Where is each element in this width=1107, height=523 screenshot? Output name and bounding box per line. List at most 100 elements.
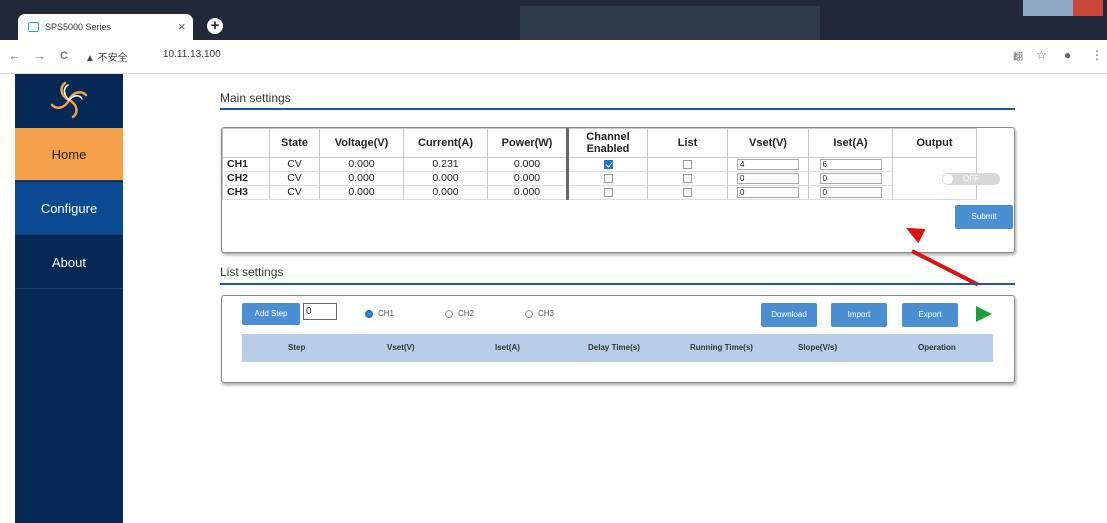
list-cell — [647, 171, 728, 186]
security-warning[interactable]: ▲ 不安全 — [85, 49, 128, 64]
table-row: CH2 CV 0.000 0.000 0.000 0 0 — [222, 171, 977, 186]
state-cell: CV — [269, 171, 320, 186]
table-row: CH1 CV 0.000 0.231 0.000 4 6 — [222, 157, 977, 200]
iset-cell: 6 — [808, 157, 893, 172]
address-bar: ← → C ▲ 不安全 10.11.13.100 翻 ☆ ● ⋮ — [0, 40, 1107, 74]
toggle-knob — [943, 174, 953, 184]
list-column-slope: Slope(V/s) — [798, 343, 838, 352]
channel-enabled-checkbox[interactable] — [603, 187, 613, 197]
download-button[interactable]: Download — [761, 303, 817, 327]
favicon-icon — [28, 22, 39, 32]
main-settings-rule — [220, 108, 1015, 110]
bookmark-star-icon[interactable]: ☆ — [1036, 48, 1047, 62]
browser-tab[interactable]: SPS5000 Series × — [18, 14, 193, 40]
window-close-button[interactable] — [1073, 0, 1103, 16]
current-cell: 0.000 — [403, 171, 488, 186]
list-column-iset: Iset(A) — [495, 343, 520, 352]
vset-input[interactable]: 0 — [737, 186, 799, 198]
list-column-delay-time: Delay Time(s) — [588, 343, 640, 352]
radio-ch1[interactable]: CH1 — [365, 309, 394, 318]
sidebar-item-home[interactable]: Home — [15, 128, 123, 181]
annotation-arrow-line — [911, 249, 979, 287]
export-button[interactable]: Export — [902, 303, 958, 327]
column-header-output: Output — [892, 128, 977, 158]
power-cell: 0.000 — [487, 157, 568, 172]
vset-input[interactable]: 4 — [737, 158, 799, 170]
list-checkbox[interactable] — [683, 159, 692, 169]
list-checkbox[interactable] — [683, 187, 692, 197]
tabbar-background — [520, 6, 820, 40]
list-settings-rule — [220, 283, 1015, 285]
channel-label: CH2 — [222, 171, 270, 186]
column-header-voltage: Voltage(V) — [319, 128, 404, 158]
menu-icon[interactable]: ⋮ — [1091, 48, 1103, 62]
iset-input[interactable]: 0 — [819, 172, 882, 184]
iset-cell: 0 — [808, 185, 893, 200]
channel-enabled-cell — [566, 185, 648, 200]
column-header-iset: Iset(A) — [808, 128, 893, 158]
list-column-operation: Operation — [918, 343, 956, 352]
vset-input[interactable]: 0 — [737, 172, 799, 184]
channel-enabled-cell — [566, 157, 648, 172]
sidebar: Home Configure About — [15, 74, 123, 523]
column-header-channel-enabled: Channel Enabled — [566, 128, 648, 158]
state-cell: CV — [269, 157, 320, 172]
column-header-vset: Vset(V) — [727, 128, 809, 158]
channel-table: State Voltage(V) Current(A) Power(W) Cha… — [222, 128, 977, 200]
channel-label: CH1 — [222, 157, 270, 172]
vset-cell: 4 — [727, 157, 809, 172]
forward-icon[interactable]: → — [33, 48, 46, 63]
column-header-channel — [222, 128, 270, 158]
state-cell: CV — [269, 185, 320, 200]
step-count-input[interactable]: 0 — [303, 303, 337, 320]
iset-cell: 0 — [808, 171, 893, 186]
list-column-step: Step — [288, 343, 306, 352]
radio-ch2-dot[interactable] — [445, 309, 453, 318]
import-button[interactable]: Import — [831, 303, 887, 327]
add-step-button[interactable]: Add Step — [242, 303, 300, 325]
page: SPS5000 Series × + ← → C ▲ 不安全 10.11.13.… — [0, 0, 1107, 523]
translate-icon[interactable]: 翻 — [1013, 48, 1023, 63]
new-tab-button[interactable]: + — [207, 18, 223, 34]
current-cell: 0.231 — [403, 157, 488, 172]
channel-enabled-checkbox[interactable] — [603, 159, 613, 169]
back-icon[interactable]: ← — [8, 48, 21, 63]
radio-ch3[interactable]: CH3 — [525, 309, 554, 318]
browser-tab-bar: SPS5000 Series × + — [0, 0, 1107, 40]
voltage-cell: 0.000 — [319, 185, 404, 200]
power-cell: 0.000 — [487, 185, 568, 200]
voltage-cell: 0.000 — [319, 171, 404, 186]
main-settings-title: Main settings — [220, 91, 291, 105]
column-header-power: Power(W) — [487, 128, 568, 158]
reload-icon[interactable]: C — [60, 50, 68, 62]
output-toggle[interactable]: OFF — [942, 173, 1000, 185]
sidebar-item-configure[interactable]: Configure — [15, 182, 123, 235]
list-cell — [647, 185, 728, 200]
vset-cell: 0 — [727, 185, 809, 200]
channel-enabled-cell — [566, 171, 648, 186]
sidebar-item-about[interactable]: About — [15, 236, 123, 289]
channel-enabled-checkbox[interactable] — [603, 173, 613, 183]
radio-ch3-label: CH3 — [538, 309, 555, 318]
voltage-cell: 0.000 — [319, 157, 404, 172]
radio-ch2[interactable]: CH2 — [445, 309, 474, 318]
list-cell — [647, 157, 728, 172]
logo-icon — [15, 74, 123, 126]
submit-button[interactable]: Submit — [955, 205, 1013, 229]
list-settings-title: List settings — [220, 265, 284, 279]
list-checkbox[interactable] — [683, 173, 692, 183]
radio-ch1-label: CH1 — [378, 309, 395, 318]
url-field[interactable]: 10.11.13.100 — [163, 49, 221, 60]
radio-ch1-dot[interactable] — [365, 309, 373, 318]
output-toggle-label: OFF — [963, 174, 979, 183]
list-column-running-time: Running Time(s) — [690, 343, 753, 352]
radio-ch3-dot[interactable] — [525, 309, 533, 318]
iset-input[interactable]: 6 — [819, 158, 882, 170]
window-controls[interactable] — [1023, 0, 1103, 16]
tab-close-icon[interactable]: × — [178, 19, 186, 34]
play-icon[interactable] — [976, 306, 992, 322]
column-header-list: List — [647, 128, 728, 158]
radio-ch2-label: CH2 — [458, 309, 475, 318]
profile-icon[interactable]: ● — [1064, 48, 1071, 62]
iset-input[interactable]: 0 — [819, 186, 882, 198]
